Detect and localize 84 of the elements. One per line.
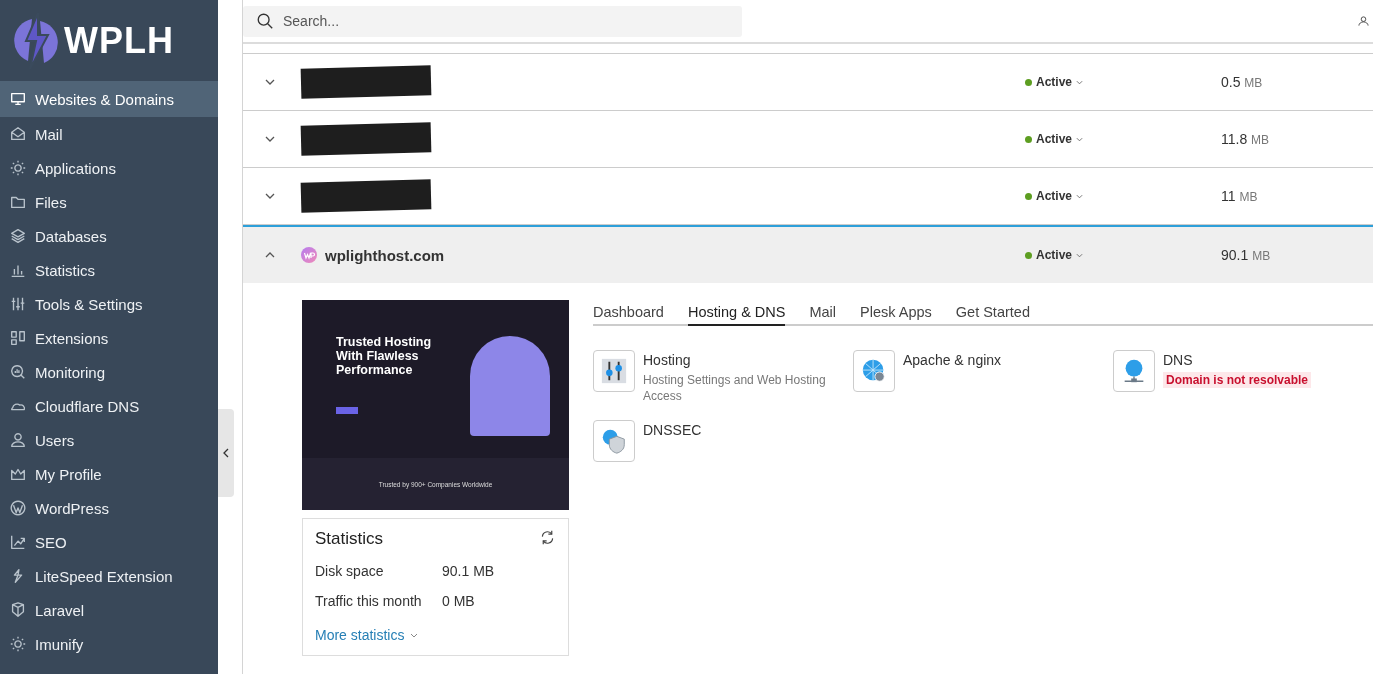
- sidebar-item[interactable]: Laravel: [0, 593, 218, 627]
- caret-icon[interactable]: [1076, 136, 1084, 142]
- monitor-icon: [9, 90, 27, 108]
- globe-shield-icon[interactable]: [593, 420, 635, 463]
- blocks-icon: [9, 329, 27, 347]
- sidebar-item[interactable]: Monitoring: [0, 355, 218, 389]
- sidebar-item[interactable]: LiteSpeed Extension: [0, 559, 218, 593]
- domain-row[interactable]: Active 0.5 MB: [243, 54, 1373, 111]
- tool-title[interactable]: DNSSEC: [643, 422, 843, 439]
- sidebar-item[interactable]: Imunify: [0, 627, 218, 661]
- card-title: Statistics: [315, 529, 384, 549]
- disk-usage: 11 MB: [1221, 188, 1258, 204]
- user-icon[interactable]: [1358, 15, 1369, 27]
- chevron-left-icon: [222, 448, 230, 458]
- user-icon: [9, 431, 27, 449]
- disk-usage: 0.5 MB: [1221, 74, 1263, 90]
- chevron-down-icon[interactable]: [265, 193, 275, 199]
- tab[interactable]: Get Started: [955, 304, 1030, 326]
- site-icon: [301, 247, 317, 263]
- stat-value: 90.1 MB: [442, 563, 495, 579]
- sliders-icon: [9, 295, 27, 313]
- sidebar-item[interactable]: Databases: [0, 219, 218, 253]
- sidebar-item[interactable]: My Profile: [0, 457, 218, 491]
- stat-label: Disk space: [315, 563, 385, 579]
- more-statistics-link[interactable]: More statistics: [315, 627, 556, 643]
- sidebar-item[interactable]: SEO: [0, 525, 218, 559]
- stat-value: 0 MB: [442, 593, 475, 609]
- disk-usage: 11.8 MB: [1221, 131, 1270, 147]
- status-dot: [1025, 78, 1032, 86]
- sidebar-item[interactable]: Mail: [0, 117, 218, 151]
- tab[interactable]: Plesk Apps: [860, 304, 932, 326]
- chevron-down-icon[interactable]: [265, 79, 275, 85]
- search-icon: [256, 11, 274, 30]
- globe-gear-icon[interactable]: [853, 350, 895, 392]
- stat-label: Traffic this month: [315, 593, 423, 609]
- caret-icon[interactable]: [1076, 193, 1084, 199]
- sidebar-item[interactable]: WordPress: [0, 491, 218, 525]
- status-dropdown[interactable]: Active: [1025, 248, 1221, 262]
- gear-icon: [9, 159, 27, 177]
- status-dot: [1025, 251, 1032, 259]
- domain-name[interactable]: wplighthost.com: [325, 246, 445, 264]
- sidebar-item[interactable]: Cloudflare DNS: [0, 389, 218, 423]
- caret-icon[interactable]: [1076, 79, 1084, 85]
- sliders-icon[interactable]: [593, 350, 635, 392]
- sidebar-item[interactable]: Tools & Settings: [0, 287, 218, 321]
- tab[interactable]: Hosting & DNS: [687, 304, 786, 326]
- domain-row[interactable]: wplighthost.com Active 90.1 MB: [243, 225, 1373, 283]
- cube-icon: [9, 601, 27, 619]
- status-dropdown[interactable]: Active: [1025, 132, 1221, 146]
- sidebar-item[interactable]: Websites & Domains: [0, 81, 218, 117]
- sidebar-item[interactable]: Statistics: [0, 253, 218, 287]
- sidebar-item[interactable]: Users: [0, 423, 218, 457]
- tab[interactable]: Mail: [809, 304, 837, 326]
- globe-network-icon[interactable]: [1113, 350, 1155, 392]
- status-dropdown[interactable]: Active: [1025, 189, 1221, 203]
- search-field[interactable]: Search...: [243, 5, 742, 37]
- layers-icon: [9, 227, 27, 245]
- status-dot: [1025, 135, 1032, 143]
- gear-icon: [9, 635, 27, 653]
- preview-headline: Trusted Hosting With Flawless Performance: [336, 336, 433, 378]
- tab[interactable]: Dashboard: [593, 304, 664, 326]
- tool-title[interactable]: Apache & nginx: [903, 352, 1103, 368]
- logo-text: WPLH: [64, 19, 174, 62]
- refresh-icon[interactable]: [539, 529, 556, 546]
- status-dropdown[interactable]: Active: [1025, 75, 1221, 89]
- caret-icon[interactable]: [1076, 252, 1084, 258]
- preview-button: [336, 407, 358, 415]
- mail-icon: [9, 125, 27, 143]
- magnifier-icon: [9, 363, 27, 381]
- disk-usage: 90.1 MB: [1221, 247, 1271, 263]
- collapse-handle[interactable]: [218, 409, 234, 497]
- sidebar-item[interactable]: Files: [0, 185, 218, 219]
- status-dot: [1025, 192, 1032, 200]
- chevron-up-icon[interactable]: [265, 252, 275, 258]
- caret-icon: [410, 632, 419, 638]
- tool-title[interactable]: Hosting: [643, 352, 843, 368]
- sidebar-item[interactable]: Extensions: [0, 321, 218, 355]
- warning-badge: Domain is not resolvable: [1163, 372, 1312, 388]
- tool-title[interactable]: DNS: [1163, 352, 1363, 368]
- sidebar-item[interactable]: Applications: [0, 151, 218, 185]
- chart-icon: [9, 533, 27, 551]
- tool-description: Hosting Settings and Web Hosting Access: [643, 372, 827, 405]
- chevron-down-icon[interactable]: [265, 136, 275, 142]
- domain-row[interactable]: Active 11.8 MB: [243, 111, 1373, 168]
